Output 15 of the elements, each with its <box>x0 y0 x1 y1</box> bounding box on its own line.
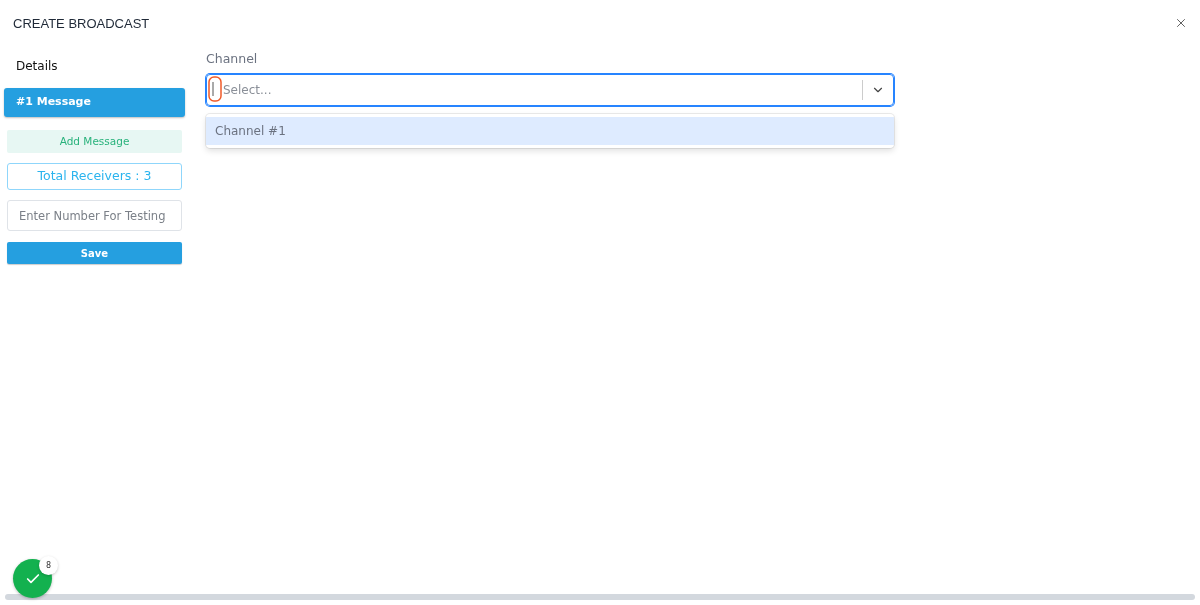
close-icon[interactable] <box>1174 16 1188 30</box>
total-receivers-label: Total Receivers : 3 <box>7 163 182 190</box>
test-number-input[interactable]: Enter Number For Testing <box>7 200 182 231</box>
save-button[interactable]: Save <box>7 242 182 264</box>
details-heading: Details <box>16 59 58 73</box>
channel-select[interactable]: Select... <box>206 74 894 106</box>
channel-label: Channel <box>206 52 258 66</box>
horizontal-scrollbar[interactable] <box>5 594 1195 600</box>
window-title: CREATE BROADCAST <box>13 16 150 30</box>
cursor-highlight-icon <box>208 76 222 102</box>
dropdown-option[interactable]: Channel #1 <box>206 117 894 145</box>
count-badge: 8 <box>39 556 58 575</box>
add-message-button[interactable]: Add Message <box>7 130 182 153</box>
message-tab[interactable]: #1 Message <box>4 88 185 117</box>
select-placeholder: Select... <box>223 82 273 99</box>
